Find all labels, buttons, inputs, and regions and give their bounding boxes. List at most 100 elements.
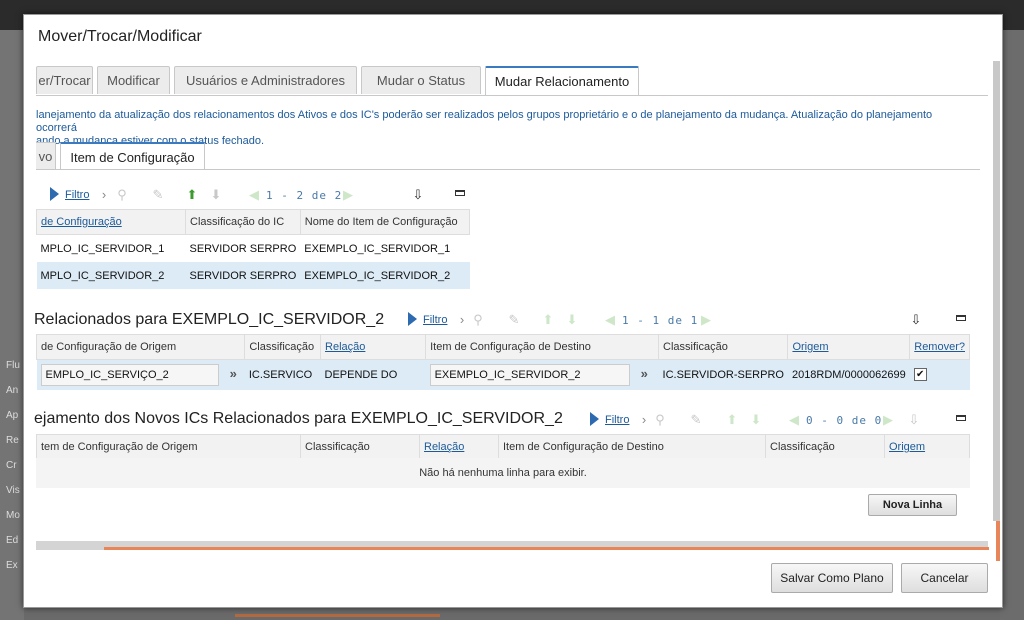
tab-modificar[interactable]: Modificar (97, 66, 170, 94)
prev-page-icon[interactable]: ◀ (602, 312, 618, 328)
export-icon[interactable]: ⇩ (908, 312, 924, 328)
bg-sidebar-item: Mo (6, 510, 20, 521)
tab-mudar-relacionamento[interactable]: Mudar Relacionamento (485, 66, 639, 96)
origin-ic-cell: EMPLO_IC_SERVIÇO_2 » (36, 359, 245, 390)
arrow-up-icon[interactable]: ⬆ (724, 412, 740, 428)
bg-sidebar-item: Ap (6, 410, 19, 421)
dest-ic-field[interactable]: EXEMPLO_IC_SERVIDOR_2 (429, 363, 630, 386)
background-sidebar: Flu An Ap Re Cr Vis Mo Ed Ex (0, 30, 24, 620)
grid3-col-header[interactable]: Classificação (300, 434, 420, 460)
table-row[interactable]: MPLO_IC_SERVIDOR_2 SERVIDOR SERPRO EXEMP… (36, 262, 470, 289)
subtab-ativo[interactable]: vo (36, 142, 56, 169)
grid3-col-header[interactable]: Classificação (765, 434, 885, 460)
nova-linha-button[interactable]: Nova Linha (868, 494, 957, 516)
cell: SERVIDOR SERPRO (185, 262, 301, 289)
filter-flag-icon[interactable] (50, 187, 59, 201)
grid1-filter-link[interactable]: Filtro (65, 189, 89, 201)
background-accent-line (235, 614, 440, 617)
background-right-panel (1000, 30, 1024, 620)
grid2-col-header[interactable]: Classificação (658, 334, 789, 360)
vertical-scrollbar[interactable] (993, 61, 1000, 521)
arrow-up-icon[interactable]: ⬆ (184, 187, 200, 203)
grid3-filter-link[interactable]: Filtro (605, 414, 629, 426)
chevron-right-icon[interactable]: › (636, 412, 652, 428)
cancelar-button[interactable]: Cancelar (901, 563, 988, 593)
search-icon[interactable]: ⚲ (470, 312, 486, 328)
arrow-down-icon[interactable]: ⬇ (748, 412, 764, 428)
grid1-pager: 1 - 2 de 2 (266, 189, 343, 202)
filter-flag-icon[interactable] (590, 412, 599, 426)
subtab-item-configuracao[interactable]: Item de Configuração (60, 142, 205, 170)
tab-mudar-status[interactable]: Mudar o Status (361, 66, 481, 94)
arrow-down-icon[interactable]: ⬇ (564, 312, 580, 328)
cell: EXEMPLO_IC_SERVIDOR_2 (300, 262, 470, 289)
minimize-icon[interactable] (455, 190, 465, 196)
bg-sidebar-item: Vis (6, 485, 20, 496)
grid3-col-header[interactable]: Origem (884, 434, 970, 460)
next-page-icon[interactable]: ▶ (880, 412, 896, 428)
grid3-col-header[interactable]: tem de Configuração de Origem (36, 434, 301, 460)
grid3-col-header[interactable]: Item de Configuração de Destino (498, 434, 766, 460)
tab-usuarios-administradores[interactable]: Usuários e Administradores (174, 66, 357, 94)
search-icon[interactable]: ⚲ (652, 412, 668, 428)
cell: IC.SERVICO (244, 359, 321, 390)
double-chevron-icon[interactable]: » (641, 366, 648, 381)
grid3-pager: 0 - 0 de 0 (806, 414, 883, 427)
cell: 2018RDM/0000062699 (787, 359, 910, 390)
cell: MPLO_IC_SERVIDOR_2 (36, 262, 186, 289)
arrow-up-icon[interactable]: ⬆ (540, 312, 556, 328)
next-page-icon[interactable]: ▶ (340, 187, 356, 203)
bg-sidebar-item: Cr (6, 460, 17, 471)
grid2-filter-link[interactable]: Filtro (423, 314, 447, 326)
grid1-col-header[interactable]: Nome do Item de Configuração (299, 209, 471, 235)
edit-icon[interactable]: ✎ (150, 187, 166, 203)
cell: IC.SERVIDOR-SERPRO (658, 359, 788, 390)
prev-page-icon[interactable]: ◀ (246, 187, 262, 203)
arrow-down-icon[interactable]: ⬇ (208, 187, 224, 203)
tab-mover-trocar[interactable]: er/Trocar (36, 66, 93, 94)
grid3-title: ejamento dos Novos ICs Relacionados para… (34, 410, 563, 427)
search-icon[interactable]: ⚲ (114, 187, 130, 203)
minimize-icon[interactable] (956, 315, 966, 321)
grid3-table: tem de Configuração de Origem Classifica… (36, 434, 970, 460)
bg-sidebar-item: Ed (6, 535, 19, 546)
grid3-col-header[interactable]: Relação (419, 434, 499, 460)
table-row[interactable]: MPLO_IC_SERVIDOR_1 SERVIDOR SERPRO EXEMP… (37, 235, 470, 263)
origin-ic-field[interactable]: EMPLO_IC_SERVIÇO_2 (40, 363, 219, 386)
grid1-table: de Configuração Classificação do IC Nome… (36, 209, 471, 289)
scroll-accent-line (104, 547, 989, 550)
bg-sidebar-item: Re (6, 435, 19, 446)
edit-icon[interactable]: ✎ (506, 312, 522, 328)
table-row[interactable]: EMPLO_IC_SERVIÇO_2 » IC.SERVICO DEPENDE … (36, 359, 970, 390)
export-icon[interactable]: ⇩ (410, 187, 426, 203)
minimize-icon[interactable] (956, 415, 966, 421)
grid2-col-header[interactable]: Item de Configuração de Destino (425, 334, 660, 360)
remove-checkbox[interactable]: ✔ (913, 368, 927, 382)
grid2-col-header[interactable]: Origem (787, 334, 911, 360)
grid1-col-header[interactable]: Classificação do IC (185, 209, 301, 235)
modal-title: Mover/Trocar/Modificar (38, 28, 202, 45)
salvar-como-plano-button[interactable]: Salvar Como Plano (771, 563, 893, 593)
prev-page-icon[interactable]: ◀ (786, 412, 802, 428)
chevron-right-icon[interactable]: › (454, 312, 470, 328)
export-icon[interactable]: ⇩ (906, 412, 922, 428)
grid2-toolbar: Filtro › ⚲ ✎ ⬆ ⬇ ◀ 1 - 1 de 1 ▶ ⇩ (408, 312, 968, 332)
grid2-col-header[interactable]: Classificação (244, 334, 322, 360)
edit-icon[interactable]: ✎ (688, 412, 704, 428)
empty-grid-message: Não há nenhuma linha para exibir. (36, 458, 970, 488)
cell: SERVIDOR SERPRO (189, 242, 297, 255)
grid2-col-header[interactable]: Relação (320, 334, 427, 360)
grid3-toolbar: Filtro › ⚲ ✎ ⬆ ⬇ ◀ 0 - 0 de 0 ▶ ⇩ (590, 412, 968, 432)
double-chevron-icon[interactable]: » (230, 366, 237, 381)
cell: MPLO_IC_SERVIDOR_1 (40, 242, 165, 255)
tabs-divider (36, 95, 988, 96)
modal-dialog: Mover/Trocar/Modificar er/Trocar Modific… (23, 14, 1003, 608)
bg-sidebar-item: An (6, 385, 19, 396)
grid2-col-header[interactable]: Remover? (909, 334, 970, 360)
grid2-col-header[interactable]: de Configuração de Origem (35, 334, 246, 360)
grid1-col-header[interactable]: de Configuração (36, 209, 186, 235)
cell: EXEMPLO_IC_SERVIDOR_1 (304, 242, 451, 255)
chevron-right-icon[interactable]: › (96, 187, 112, 203)
filter-flag-icon[interactable] (408, 312, 417, 326)
next-page-icon[interactable]: ▶ (698, 312, 714, 328)
